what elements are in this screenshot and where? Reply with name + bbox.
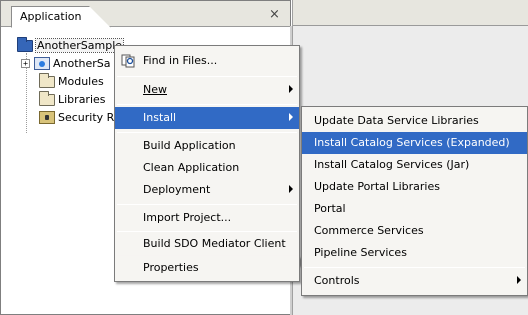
menu-item-label: Find in Files... [143,54,218,67]
submenu-item-controls[interactable]: Controls [302,270,527,292]
menu-item-install[interactable]: Install [115,107,299,129]
project-icon [34,57,50,70]
menu-item-deployment[interactable]: Deployment [115,179,299,201]
tree-item-libraries[interactable]: Libraries [39,90,106,106]
submenu-item-label: Install Catalog Services (Jar) [314,158,470,171]
tree-item-anothersa[interactable]: + AnotherSa [21,57,111,70]
tab-strip: Application × [1,1,290,28]
menu-separator [117,76,297,77]
menu-item-clean-application[interactable]: Clean Application [115,157,299,179]
submenu-arrow-icon [517,276,521,284]
menu-item-new[interactable]: New [115,79,299,101]
tab-application-label: Application [20,10,82,23]
menu-item-build-application[interactable]: Build Application [115,135,299,157]
context-menu: Find in Files... New Install Build Appli… [114,45,300,265]
editor-tab-strip [293,0,528,26]
menu-item-label: Install [143,111,177,124]
menu-item-import-project[interactable]: Import Project... [115,207,299,229]
submenu-item-label: Update Portal Libraries [314,180,440,193]
submenu-arrow-icon [289,185,293,193]
menu-separator [117,231,297,232]
expand-icon[interactable]: + [21,59,30,68]
submenu-item-label: Install Catalog Services (Expanded) [314,136,510,149]
tree-item-label: AnotherSa [53,57,111,70]
context-menu-bottom: Properties [114,256,300,282]
menu-item-label: Properties [143,261,199,274]
menu-item-label: New [143,83,167,96]
submenu-item-label: Pipeline Services [314,246,407,259]
submenu-item-label: Update Data Service Libraries [314,114,479,127]
submenu-item-commerce-services[interactable]: Commerce Services [302,220,527,242]
tree-item-security-roles[interactable]: Security Ro [39,111,121,124]
install-submenu: Update Data Service Libraries Install Ca… [301,106,528,296]
submenu-item-update-portal-libraries[interactable]: Update Portal Libraries [302,176,527,198]
tree-item-label: Security Ro [58,111,121,124]
tree-item-root-label: AnotherSample [34,38,125,53]
submenu-arrow-icon [289,113,293,121]
folder-icon [39,72,55,88]
find-in-files-icon [121,54,135,68]
open-folder-icon [17,36,33,52]
menu-separator [117,132,297,133]
menu-item-label: Build Application [143,139,236,152]
tab-application[interactable]: Application [11,6,111,28]
tree-item-root[interactable]: AnotherSample [17,36,125,53]
submenu-item-label: Commerce Services [314,224,424,237]
menu-item-label: Import Project... [143,211,232,224]
tree-item-modules[interactable]: Modules [39,72,104,88]
menu-item-label: Deployment [143,183,211,196]
submenu-item-portal[interactable]: Portal [302,198,527,220]
menu-separator [304,267,525,268]
submenu-item-install-catalog-services-expanded[interactable]: Install Catalog Services (Expanded) [302,132,527,154]
submenu-item-label: Portal [314,202,346,215]
security-role-icon [39,111,55,124]
menu-separator [117,204,297,205]
submenu-arrow-icon [289,85,293,93]
menu-item-find-in-files[interactable]: Find in Files... [115,50,299,72]
submenu-item-install-catalog-services-jar[interactable]: Install Catalog Services (Jar) [302,154,527,176]
menu-item-label: Build SDO Mediator Client [143,237,286,250]
close-icon[interactable]: × [269,7,280,22]
submenu-item-update-data-service-libraries[interactable]: Update Data Service Libraries [302,110,527,132]
tree-item-label: Modules [58,75,104,88]
tree-item-label: Libraries [58,93,106,106]
menu-item-properties[interactable]: Properties [115,257,299,279]
menu-item-label: Clean Application [143,161,240,174]
folder-icon [39,90,55,106]
menu-separator [117,104,297,105]
submenu-item-label: Controls [314,274,360,287]
menu-item-build-sdo-mediator-client[interactable]: Build SDO Mediator Client [115,233,299,255]
submenu-item-pipeline-services[interactable]: Pipeline Services [302,242,527,264]
